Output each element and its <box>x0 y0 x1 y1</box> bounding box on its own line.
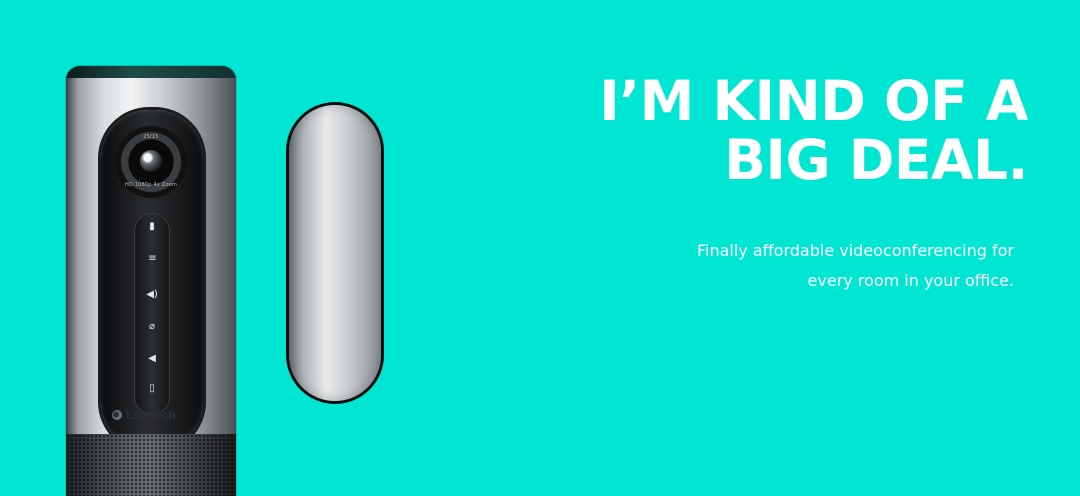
conference-camera-image: 25/15 HD 1080p 4x Zoom ▮ ≡ ◀) ⌀ ◀ ▯ Logi… <box>66 66 236 496</box>
camera-top-cap <box>66 66 236 78</box>
headline-line-2: BIG DEAL. <box>724 128 1028 192</box>
lens-text-bottom: HD 1080p 4x Zoom <box>124 182 178 188</box>
camera-front-panel: 25/15 HD 1080p 4x Zoom ▮ ≡ ◀) ⌀ ◀ ▯ <box>101 110 203 450</box>
volume-up-icon: ◀) <box>146 289 158 300</box>
subheadline-line-1: Finally affordable videoconferencing for <box>696 241 1014 260</box>
camera-icon: ▮ <box>149 221 155 232</box>
battery-icon: ▯ <box>149 383 155 394</box>
hero-banner: 25/15 HD 1080p 4x Zoom ▮ ≡ ◀) ⌀ ◀ ▯ Logi… <box>0 0 1080 496</box>
logitech-logo-icon <box>112 410 122 420</box>
subheadline: Finally affordable videoconferencing for… <box>697 236 1014 296</box>
logitech-logo: Logitech <box>112 408 176 422</box>
camera-control-strip: ▮ ≡ ◀) ⌀ ◀ ▯ <box>135 214 169 414</box>
headline: I’M KIND OF A BIG DEAL. <box>599 72 1028 190</box>
camera-lens <box>140 150 162 172</box>
pan-tilt-icon: ≡ <box>148 253 156 264</box>
camera-lens-ring: 25/15 HD 1080p 4x Zoom <box>115 126 187 198</box>
remote-control-image <box>289 105 381 401</box>
volume-down-icon: ◀ <box>148 353 156 364</box>
mute-mic-icon: ⌀ <box>148 321 156 332</box>
lens-text-top: 25/15 <box>143 134 159 140</box>
subheadline-line-2: every room in your office. <box>807 271 1014 290</box>
headline-line-1: I’M KIND OF A <box>599 69 1028 133</box>
speaker-grille <box>66 434 236 496</box>
logo-text: Logitech <box>126 408 176 422</box>
